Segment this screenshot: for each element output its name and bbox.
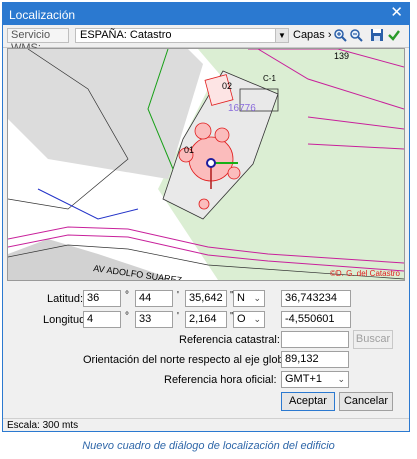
- latitude-hemisphere-select[interactable]: N ⌄: [233, 290, 265, 307]
- wms-service-value: ESPAÑA: Catastro: [80, 29, 172, 41]
- timezone-select[interactable]: GMT+1 ⌄: [281, 371, 349, 388]
- zoom-out-icon[interactable]: [349, 28, 363, 42]
- latitude-label: Latitud:: [47, 293, 84, 305]
- chevron-down-icon: ⌄: [337, 374, 345, 384]
- scale-text: Escala: 300 mts: [7, 420, 79, 431]
- latitude-minutes-input[interactable]: 44: [135, 290, 173, 307]
- chevron-down-icon[interactable]: ▼: [275, 29, 288, 42]
- wms-service-label: Servicio WMS:: [7, 28, 69, 54]
- longitude-hemisphere-value: O: [237, 313, 246, 325]
- parcel-139-label: 139: [334, 51, 349, 61]
- parcel-c1-label: C-1: [263, 74, 276, 83]
- longitude-label: Longitud:: [43, 314, 89, 326]
- cadastral-reference-label: Referencia catastral:: [179, 334, 280, 346]
- parcel-02-label: 02: [222, 81, 232, 91]
- longitude-degrees-input[interactable]: 4: [83, 311, 121, 328]
- longitude-minutes-input[interactable]: 33: [135, 311, 173, 328]
- latitude-seconds-input[interactable]: 35,642: [185, 290, 227, 307]
- cadastral-ref-number: 16776: [228, 103, 256, 114]
- window-title: Localización: [9, 8, 76, 22]
- timezone-value: GMT+1: [285, 373, 322, 385]
- longitude-seconds-input[interactable]: 2,164: [185, 311, 227, 328]
- degree-symbol: °: [125, 311, 129, 322]
- localization-dialog: Localización ✕ Servicio WMS: ESPAÑA: Cat…: [2, 2, 410, 432]
- longitude-decimal-input[interactable]: -4,550601: [281, 311, 351, 328]
- map-canvas[interactable]: 139 02 C-1 01 16776 AV ADOLFO SUAREZ ©D.…: [8, 49, 404, 280]
- toolbar: Servicio WMS: ESPAÑA: Catastro ▼ Capas ›: [3, 25, 409, 54]
- cancel-button[interactable]: Cancelar: [339, 392, 393, 411]
- minute-symbol: ': [177, 290, 179, 301]
- latitude-decimal-input[interactable]: 36,743234: [281, 290, 351, 307]
- timezone-label: Referencia hora oficial:: [164, 374, 277, 386]
- title-bar: Localización ✕: [3, 3, 409, 25]
- search-button[interactable]: Buscar: [353, 330, 393, 349]
- layers-label: Capas: [293, 29, 325, 41]
- parcel-01-label: 01: [184, 145, 194, 155]
- zoom-in-icon[interactable]: [333, 28, 347, 42]
- degree-symbol: °: [125, 290, 129, 301]
- north-orientation-input[interactable]: 89,132: [281, 351, 349, 368]
- chevron-down-icon: ⌄: [253, 293, 261, 303]
- cadastral-map[interactable]: 139 02 C-1 01 16776 AV ADOLFO SUAREZ ©D.…: [7, 48, 405, 281]
- latitude-hemisphere-value: N: [237, 292, 245, 304]
- cadastral-reference-input[interactable]: [281, 331, 349, 348]
- close-icon[interactable]: ✕: [390, 5, 403, 21]
- wms-service-select[interactable]: ESPAÑA: Catastro ▼: [75, 28, 289, 43]
- status-bar: Escala: 300 mts: [3, 418, 409, 432]
- accept-check-icon[interactable]: [387, 28, 401, 42]
- save-icon[interactable]: [370, 28, 384, 42]
- map-copyright: ©D. G. del Catastro: [330, 269, 400, 278]
- accept-button[interactable]: Aceptar: [281, 392, 335, 411]
- figure-caption: Nuevo cuadro de diálogo de localización …: [82, 440, 335, 452]
- layers-menu[interactable]: Capas ›: [293, 29, 332, 41]
- chevron-down-icon: ⌄: [253, 314, 261, 324]
- minute-symbol: ': [177, 311, 179, 322]
- chevron-right-icon: ›: [327, 29, 332, 41]
- latitude-degrees-input[interactable]: 36: [83, 290, 121, 307]
- longitude-hemisphere-select[interactable]: O ⌄: [233, 311, 265, 328]
